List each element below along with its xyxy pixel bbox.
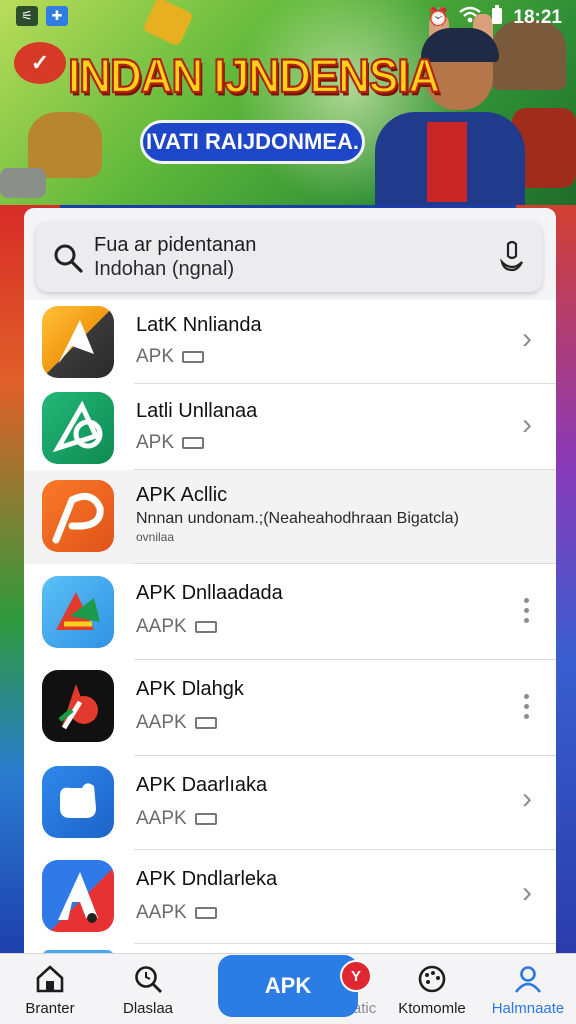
banner-title: INDAN IJNDENSIA [67,49,441,104]
notification-icon: ⚟ [16,6,38,26]
more-options-icon[interactable] [524,598,530,628]
status-time: 18:21 [513,6,562,28]
app-description-secondary: ovnilaa [136,530,175,544]
chevron-right-icon: › [522,408,532,441]
app-icon [42,306,114,378]
search-text-secondary: Indohan (ngnal) [94,258,235,280]
nav-item-profile[interactable]: Halmnaate [478,954,576,1024]
search-bar[interactable]: Fua ar pidentanan Indohan (ngnal) [36,222,542,292]
app-type: AAPK [136,616,217,638]
app-list-card: Fua ar pidentanan Indohan (ngnal) LatK N… [24,208,556,953]
profile-icon [514,966,542,993]
search-icon [54,244,83,273]
app-name: APK Acllic [136,484,228,506]
search-icon [135,966,162,993]
list-item[interactable]: APK Dnllaadada AAPK [24,564,556,660]
status-bar: ⚟ ✚ ⏰ 18:21 [0,0,576,34]
app-icon [42,860,114,932]
apk-button[interactable]: APK [218,955,358,1017]
nav-item-home[interactable]: Branter [0,954,100,1024]
list-item[interactable]: LatK Nnlianda APK › [24,300,556,384]
promo-banner[interactable]: ✓ ⚟ ✚ ⏰ 18:21 INDAN IJNDENSIA IVATI RAIJ… [0,0,576,205]
banner-cta-button[interactable]: IVATI RAIJDONMEA. [140,120,365,164]
palette-icon [418,965,446,993]
list-item[interactable]: APK Dlahgk AAPK [24,660,556,756]
hero-character [365,14,525,205]
app-icon [42,670,114,742]
nav-label: Halmnaate [491,1000,565,1017]
app-name: APK Daarlıaka [136,774,268,796]
chat-bubble-icon: ✓ [14,42,66,84]
app-icon [42,766,114,838]
nav-item-search[interactable]: Dlaslaa [98,954,198,1024]
list-item[interactable]: APK Acllic Nnnan undonam.;(Neaheahodhraa… [24,470,556,564]
app-type: AAPK [136,712,217,734]
more-options-icon[interactable] [524,694,530,724]
nav-label: Branter [25,1000,75,1017]
notification-badge: Y [340,960,372,992]
nav-item-themes[interactable]: Ktomomle [382,954,482,1024]
app-name: APK Dlahgk [136,678,244,700]
chevron-right-icon: › [522,876,532,909]
list-item[interactable]: APK Dndlarleka AAPK › [24,850,556,944]
nav-label: Ktomomle [398,1000,466,1017]
app-description: Nnnan undonam.;(Neaheahodhraan Bigatcla) [136,510,459,527]
app-type: AAPK [136,902,217,924]
app-name: Latli Unllanaa [136,400,258,422]
list-item[interactable] [24,944,556,953]
chevron-right-icon: › [522,782,532,815]
app-name: APK Dnllaadada [136,582,283,604]
home-icon [36,965,64,993]
chevron-right-icon: › [522,322,532,355]
app-type: AAPK [136,808,217,830]
nav-label: Dlaslaa [122,1000,174,1017]
search-text-primary: Fua ar pidentanan [94,234,257,256]
alarm-icon: ⏰ [426,7,450,27]
app-name: LatK Nnlianda [136,314,262,336]
app-type: APK [136,432,205,454]
app-icon [42,392,114,464]
battery-icon [491,5,503,30]
voice-search-icon[interactable] [496,240,528,274]
app-name: APK Dndlarleka [136,868,278,890]
robot-decoration-icon [0,168,46,198]
app-notification-icon: ✚ [46,6,68,26]
app-icon [42,480,114,552]
list-item[interactable]: Latli Unllanaa APK › [24,384,556,470]
wifi-icon [459,6,482,29]
list-item[interactable]: APK Daarlıaka AAPK › [24,756,556,850]
app-type: APK [136,346,205,368]
app-icon [42,576,114,648]
